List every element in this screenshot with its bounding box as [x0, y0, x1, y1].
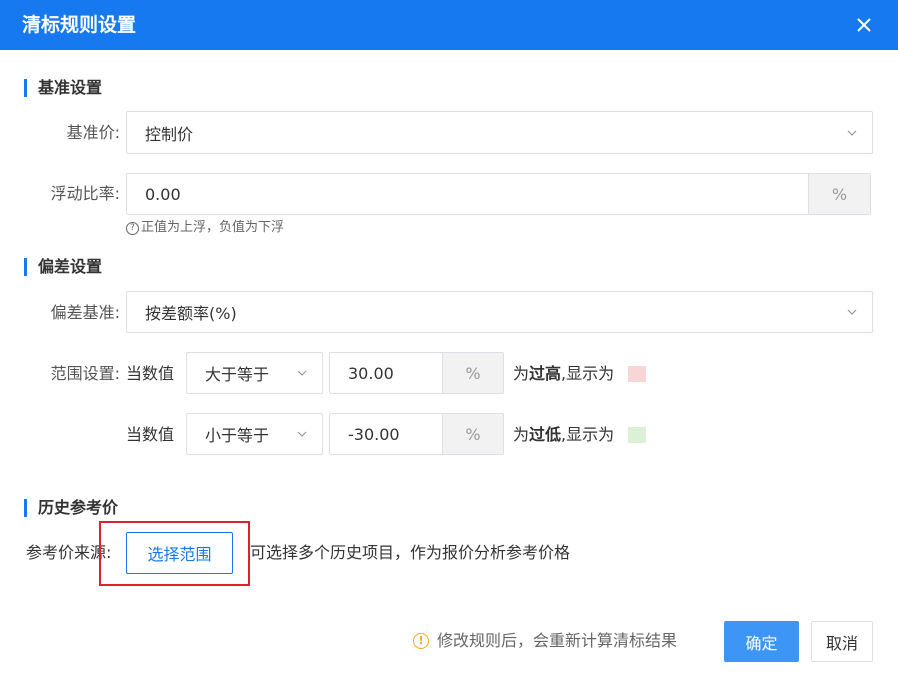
- dialog-header: 清标规则设置: [0, 0, 898, 50]
- range-row-high-prefix: 当数值: [126, 364, 175, 383]
- section-title-history: 历史参考价: [24, 499, 118, 517]
- reference-source-description: 可选择多个历史项目，作为报价分析参考价格: [250, 543, 571, 562]
- section-title-baseline: 基准设置: [24, 79, 102, 97]
- deviation-basis-label: 偏差基准:: [50, 303, 120, 322]
- base-price-select[interactable]: 控制价: [126, 111, 873, 154]
- footer-note: ! 修改规则后，会重新计算清标结果: [413, 631, 677, 651]
- footer-note-text: 修改规则后，会重新计算清标结果: [437, 631, 678, 650]
- question-icon: ?: [126, 221, 139, 235]
- cancel-button[interactable]: 取消: [811, 621, 873, 662]
- range-row-low-operator: 小于等于: [205, 426, 270, 445]
- chevron-down-icon: [847, 309, 857, 315]
- range-row-low-value-input[interactable]: -30.00 %: [329, 413, 504, 455]
- confirm-button[interactable]: 确定: [724, 621, 799, 662]
- float-rate-hint: ? 正值为上浮，负值为下浮: [126, 219, 284, 237]
- range-row-high-value-input[interactable]: 30.00 %: [329, 352, 504, 394]
- deviation-basis-value: 按差额率(%): [145, 304, 237, 323]
- range-row-low-value: -30.00: [348, 424, 400, 444]
- chevron-down-icon: [847, 130, 857, 136]
- range-row-high-result-suffix: ,显示为: [561, 364, 615, 383]
- range-row-high-operator-select[interactable]: 大于等于: [186, 352, 323, 394]
- float-rate-label: 浮动比率:: [50, 184, 120, 203]
- close-icon[interactable]: [854, 15, 874, 35]
- select-range-button[interactable]: 选择范围: [126, 532, 233, 574]
- chevron-down-icon: [297, 431, 307, 437]
- range-row-low-prefix: 当数值: [126, 425, 175, 444]
- range-row-high-value: 30.00: [348, 363, 394, 383]
- base-price-value: 控制价: [145, 124, 194, 144]
- range-row-high-suffix: %: [442, 353, 503, 393]
- float-rate-hint-text: 正值为上浮，负值为下浮: [141, 220, 285, 235]
- range-row-high-result: 为过高,显示为: [513, 364, 614, 384]
- range-row-low-suffix: %: [442, 414, 503, 454]
- float-rate-value: 0.00: [145, 184, 181, 204]
- base-price-label: 基准价:: [66, 123, 120, 142]
- range-setting-label: 范围设置:: [50, 364, 120, 383]
- dialog-title: 清标规则设置: [22, 14, 137, 36]
- range-row-low-result-prefix: 为: [513, 425, 530, 444]
- range-row-high-result-bold: 过高: [529, 364, 562, 383]
- float-rate-input[interactable]: 0.00 %: [126, 173, 871, 215]
- range-row-low-operator-select[interactable]: 小于等于: [186, 413, 323, 455]
- range-row-low-result-suffix: ,显示为: [561, 425, 615, 444]
- range-row-high-color-swatch: [628, 366, 646, 382]
- range-row-low-color-swatch: [628, 427, 646, 443]
- float-rate-suffix: %: [808, 174, 870, 214]
- range-row-low-result: 为过低,显示为: [513, 425, 614, 445]
- section-title-deviation: 偏差设置: [24, 258, 102, 276]
- range-row-high-result-prefix: 为: [513, 364, 530, 383]
- reference-source-label: 参考价来源:: [26, 543, 112, 562]
- chevron-down-icon: [297, 370, 307, 376]
- range-row-high-operator: 大于等于: [205, 365, 270, 384]
- deviation-basis-select[interactable]: 按差额率(%): [126, 291, 873, 333]
- range-row-low-result-bold: 过低: [529, 425, 562, 444]
- warning-icon: !: [413, 633, 429, 649]
